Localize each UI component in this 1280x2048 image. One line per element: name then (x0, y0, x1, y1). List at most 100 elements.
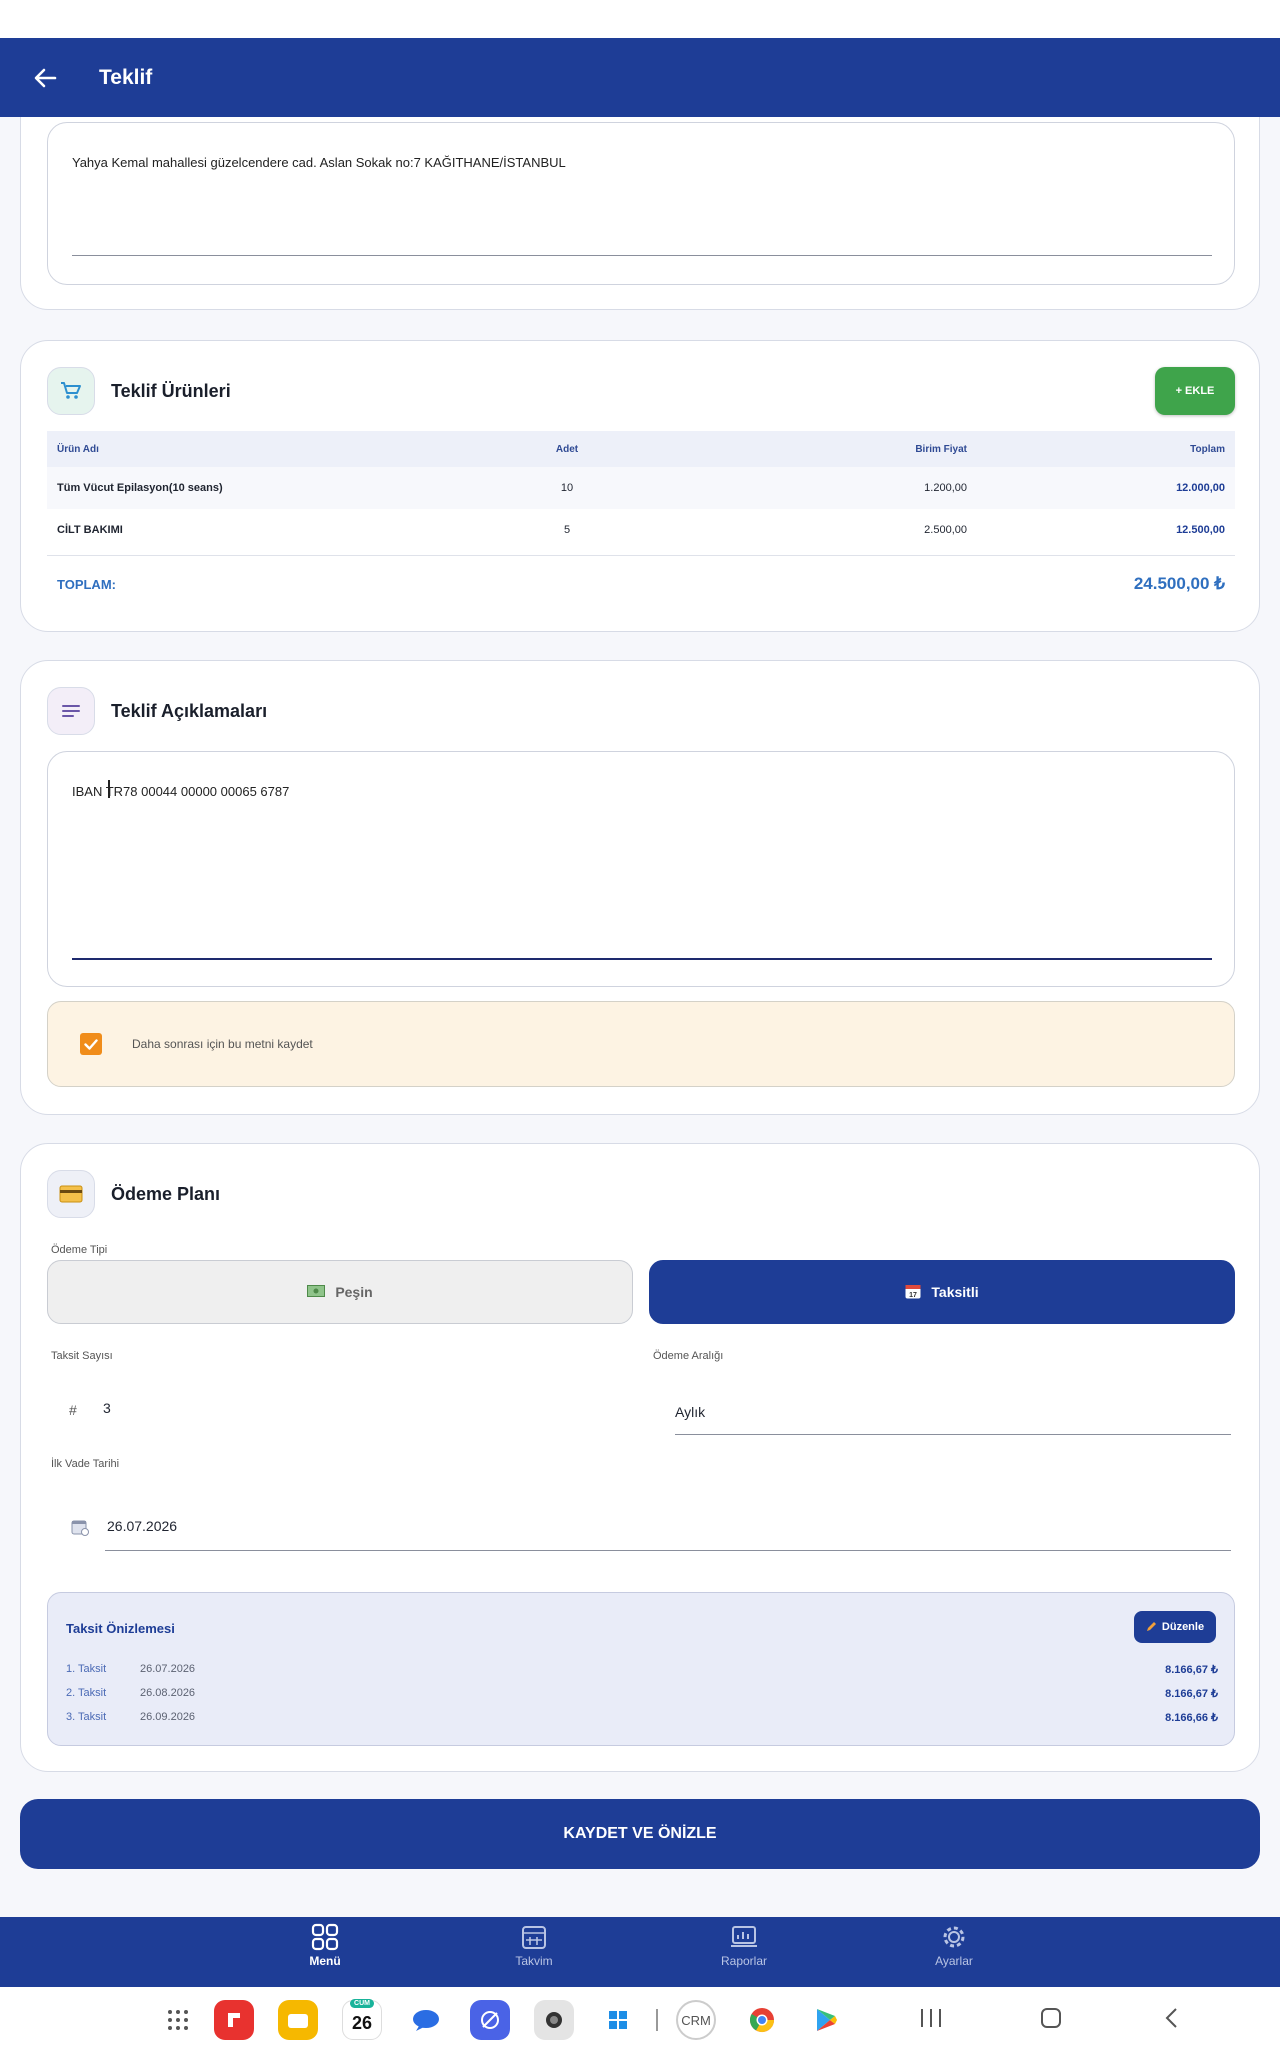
installment-count-input[interactable]: 3 (103, 1400, 111, 1416)
save-text-label: Daha sonrası için bu metni kaydet (132, 1037, 313, 1051)
col-quantity: Adet (555, 443, 579, 455)
payment-interval-select[interactable]: Aylık (675, 1404, 705, 1420)
system-bar: CUM 26 CRM (0, 1987, 1280, 2048)
chrome-app-icon[interactable] (742, 2000, 782, 2040)
back-arrow-icon[interactable] (0, 38, 90, 117)
cash-option-label: Peşin (335, 1284, 373, 1300)
cell-unit-price: 2.500,00 (924, 524, 967, 536)
address-text: Yahya Kemal mahallesi güzelcendere cad. … (72, 155, 566, 170)
installment-row: 1. Taksit 26.07.2026 8.166,67 ₺ (66, 1663, 1218, 1676)
col-total: Toplam (1190, 443, 1225, 455)
nav-item-settings[interactable]: Ayarlar (894, 1923, 1014, 1968)
save-text-option[interactable]: Daha sonrası için bu metni kaydet (47, 1001, 1235, 1087)
installment-row: 2. Taksit 26.08.2026 8.166,67 ₺ (66, 1687, 1218, 1700)
date-icon (71, 1518, 89, 1541)
nav-label: Raporlar (720, 1954, 768, 1968)
col-product-name: Ürün Adı (57, 443, 99, 455)
payment-type-label: Ödeme Tipi (51, 1244, 108, 1256)
installment-amount: 8.166,67 ₺ (1165, 1664, 1218, 1676)
save-and-preview-button[interactable]: KAYDET VE ÖNİZLE (20, 1799, 1260, 1869)
scroll-content[interactable]: Yahya Kemal mahallesi güzelcendere cad. … (0, 117, 1280, 1917)
date-underline (105, 1550, 1231, 1551)
nav-item-menu[interactable]: Menü (265, 1923, 385, 1968)
notes-textarea[interactable]: IBAN TR78 00044 00000 00065 6787 (47, 751, 1235, 987)
svg-text:17: 17 (909, 1292, 917, 1299)
notes-header: Teklif Açıklamaları (47, 687, 267, 735)
installment-preview: Taksit Önizlemesi Düzenle 1. Taksit 26.0… (47, 1592, 1235, 1746)
edit-installments-button[interactable]: Düzenle (1134, 1611, 1216, 1643)
payment-title: Ödeme Planı (111, 1183, 221, 1204)
cell-total: 12.500,00 (1176, 524, 1225, 536)
app-bar: Teklif (0, 38, 1280, 117)
address-underline (72, 255, 1212, 256)
nav-item-reports[interactable]: Raporlar (684, 1923, 804, 1968)
table-row[interactable]: CİLT BAKIMI 5 2.500,00 12.500,00 (47, 509, 1235, 551)
notes-underline (72, 958, 1212, 960)
cell-unit-price: 1.200,00 (924, 482, 967, 494)
cash-option-button[interactable]: Peşin (47, 1260, 633, 1324)
table-header: Ürün Adı Adet Birim Fiyat Toplam (47, 431, 1235, 467)
files-app-icon[interactable] (278, 2000, 318, 2040)
apps-drawer-icon[interactable] (158, 2000, 198, 2040)
page-title: Teklif (99, 65, 153, 89)
total-label: TOPLAM: (57, 577, 116, 592)
cell-total: 12.000,00 (1176, 482, 1225, 494)
crm-app-icon[interactable]: CRM (676, 2000, 716, 2040)
internet-app-icon[interactable] (470, 2000, 510, 2040)
back-nav-icon[interactable] (1164, 2007, 1180, 2034)
products-title: Teklif Ürünleri (111, 380, 231, 401)
total-divider (47, 555, 1235, 556)
calendar-icon: 17 (905, 1283, 921, 1302)
calendar-app-icon[interactable]: CUM 26 (342, 1999, 382, 2040)
notes-card: Teklif Açıklamaları IBAN TR78 00044 0000… (20, 660, 1260, 1115)
save-text-checkbox[interactable] (80, 1033, 102, 1055)
installment-amount: 8.166,66 ₺ (1165, 1712, 1218, 1724)
cart-icon (47, 367, 95, 415)
camera-app-icon[interactable] (534, 2000, 574, 2040)
first-due-label: İlk Vade Tarihi (51, 1458, 120, 1470)
text-cursor (108, 780, 110, 798)
credit-card-icon (47, 1170, 95, 1218)
add-product-button[interactable]: + EKLE (1155, 367, 1235, 415)
dock-divider (656, 2009, 658, 2031)
installment-date: 26.07.2026 (140, 1663, 196, 1675)
payment-card: Ödeme Planı Ödeme Tipi Peşin 17 Taksitli… (20, 1143, 1260, 1772)
products-table: Ürün Adı Adet Birim Fiyat Toplam Tüm Vüc… (47, 431, 1235, 551)
play-store-icon[interactable] (806, 2000, 846, 2040)
installment-date: 26.08.2026 (140, 1687, 196, 1699)
products-header: Teklif Ürünleri (47, 367, 231, 415)
cell-quantity: 5 (563, 524, 571, 536)
windows-app-icon[interactable] (598, 2000, 638, 2040)
recents-icon[interactable] (918, 2007, 944, 2034)
cell-product: Tüm Vücut Epilasyon(10 seans) (57, 482, 223, 494)
bottom-nav: Menü Takvim Raporlar Ayarlar (0, 1917, 1280, 1987)
interval-underline (675, 1434, 1231, 1435)
notes-text: IBAN TR78 00044 00000 00065 6787 (72, 784, 290, 799)
nav-item-calendar[interactable]: Takvim (474, 1923, 594, 1968)
gear-icon (943, 1926, 965, 1948)
address-card: Yahya Kemal mahallesi güzelcendere cad. … (20, 117, 1260, 310)
notes-title: Teklif Açıklamaları (111, 700, 268, 721)
payment-interval-label: Ödeme Aralığı (653, 1350, 724, 1362)
calendar-weekday: CUM (350, 1999, 374, 2008)
installment-name: 3. Taksit (66, 1711, 107, 1723)
grid-icon (311, 1923, 339, 1951)
hash-icon: # (69, 1402, 77, 1418)
pencil-icon (1146, 1620, 1158, 1635)
money-icon (307, 1284, 326, 1300)
notes-icon (47, 687, 95, 735)
installment-option-button[interactable]: 17 Taksitli (649, 1260, 1235, 1324)
messages-app-icon[interactable] (406, 2000, 446, 2040)
installment-date: 26.09.2026 (140, 1711, 196, 1723)
table-row[interactable]: Tüm Vücut Epilasyon(10 seans) 10 1.200,0… (47, 467, 1235, 509)
first-due-input[interactable]: 26.07.2026 (107, 1518, 177, 1534)
address-field[interactable]: Yahya Kemal mahallesi güzelcendere cad. … (47, 122, 1235, 285)
col-unit-price: Birim Fiyat (915, 443, 967, 455)
installment-row: 3. Taksit 26.09.2026 8.166,66 ₺ (66, 1711, 1218, 1724)
home-icon[interactable] (1040, 2007, 1062, 2034)
installment-amount: 8.166,67 ₺ (1165, 1688, 1218, 1700)
nav-label: Takvim (515, 1954, 553, 1968)
installment-name: 1. Taksit (66, 1663, 107, 1675)
flipboard-app-icon[interactable] (214, 2000, 254, 2040)
installment-name: 2. Taksit (66, 1687, 107, 1699)
